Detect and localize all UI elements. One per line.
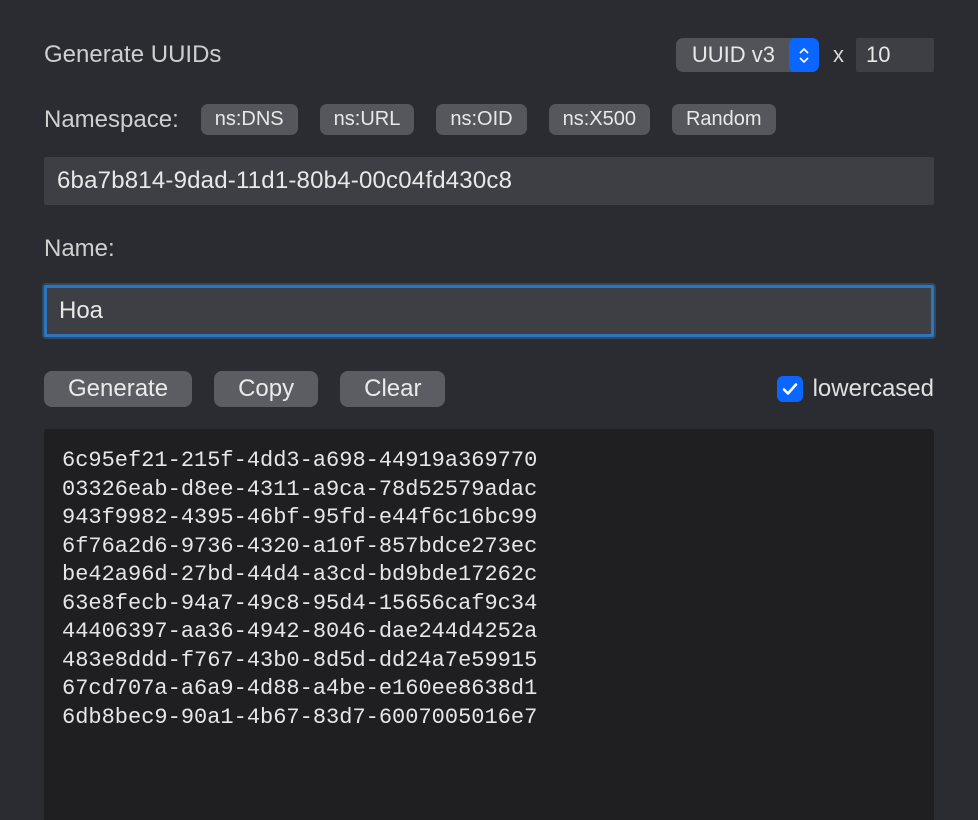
ns-preset-x500[interactable]: ns:X500 bbox=[549, 104, 650, 135]
namespace-input[interactable] bbox=[44, 157, 934, 205]
namespace-label: Namespace: bbox=[44, 106, 179, 134]
copy-button[interactable]: Copy bbox=[214, 371, 318, 407]
lowercased-checkbox[interactable] bbox=[777, 376, 803, 402]
multiplier-label: x bbox=[833, 42, 844, 68]
clear-button[interactable]: Clear bbox=[340, 371, 445, 407]
chevron-up-down-icon bbox=[789, 38, 819, 72]
ns-preset-url[interactable]: ns:URL bbox=[320, 104, 415, 135]
page-title: Generate UUIDs bbox=[44, 41, 676, 69]
ns-preset-oid[interactable]: ns:OID bbox=[436, 104, 526, 135]
ns-preset-random[interactable]: Random bbox=[672, 104, 776, 135]
count-input[interactable] bbox=[856, 38, 934, 72]
name-label: Name: bbox=[44, 235, 934, 263]
check-icon bbox=[781, 380, 799, 398]
lowercased-label: lowercased bbox=[813, 375, 934, 403]
uuid-version-select[interactable]: UUID v3 bbox=[676, 38, 819, 72]
name-input[interactable] bbox=[44, 285, 934, 337]
uuid-output[interactable]: 6c95ef21-215f-4dd3-a698-44919a369770 033… bbox=[44, 429, 934, 820]
uuid-version-label: UUID v3 bbox=[676, 42, 789, 68]
generate-button[interactable]: Generate bbox=[44, 371, 192, 407]
ns-preset-dns[interactable]: ns:DNS bbox=[201, 104, 298, 135]
